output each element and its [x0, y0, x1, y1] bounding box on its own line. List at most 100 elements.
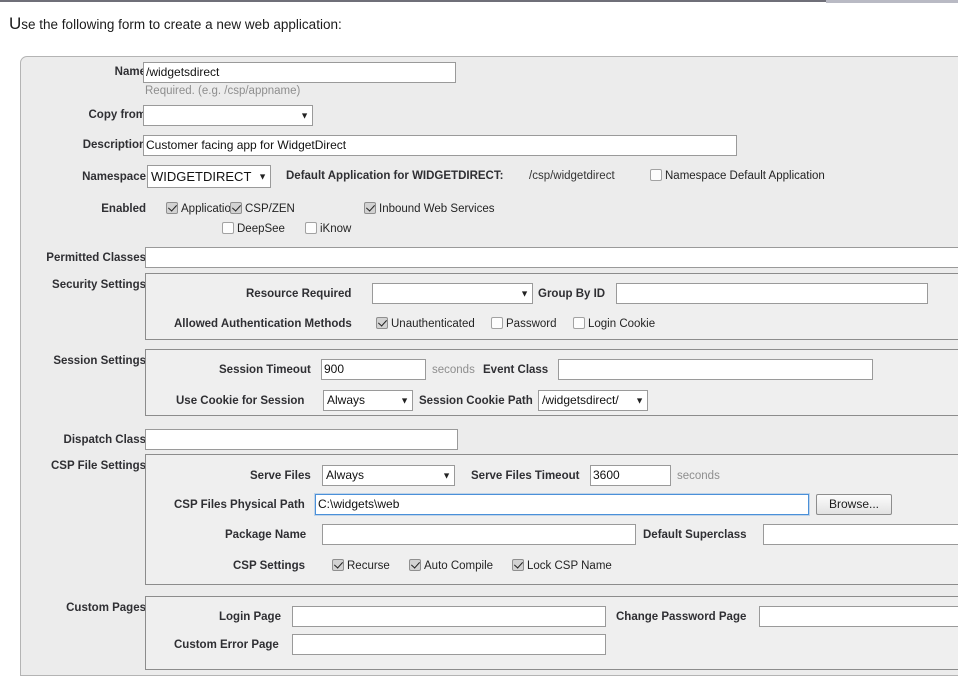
- event-class-input[interactable]: [558, 359, 873, 380]
- checkbox-box: [364, 202, 376, 214]
- session-timeout-input[interactable]: 900: [321, 359, 426, 380]
- custom-error-page-input[interactable]: [292, 634, 606, 655]
- security-settings-label: Security Settings: [21, 279, 146, 291]
- permitted-classes-label: Permitted Classes: [21, 252, 146, 264]
- session-cookie-path-select[interactable]: /widgetsdirect/ ▼: [538, 390, 648, 411]
- checkbox-box: [512, 559, 524, 571]
- window-top-edge: [0, 0, 958, 3]
- checkbox-box: [409, 559, 421, 571]
- package-name-label: Package Name: [225, 529, 306, 541]
- checkbox-box: [166, 202, 178, 214]
- security-settings-group: Resource Required ▼ Group By ID Allowed …: [145, 273, 958, 340]
- group-by-id-label: Group By ID: [538, 288, 605, 300]
- chevron-down-icon: ▼: [520, 289, 529, 298]
- resource-required-select[interactable]: ▼: [372, 283, 533, 304]
- checkbox-box: [230, 202, 242, 214]
- namespace-label: Namespace: [21, 171, 146, 183]
- enabled-deepsee-label: DeepSee: [237, 223, 285, 235]
- enabled-inbound-web-services-checkbox[interactable]: Inbound Web Services: [364, 202, 495, 215]
- copy-from-label: Copy from: [21, 109, 146, 121]
- serve-files-value: Always: [326, 468, 364, 482]
- use-cookie-for-session-select[interactable]: Always ▼: [323, 390, 413, 411]
- chevron-down-icon: ▼: [400, 396, 409, 405]
- auth-login-cookie-label: Login Cookie: [588, 318, 655, 330]
- auth-password-checkbox[interactable]: Password: [491, 317, 557, 330]
- serve-files-label: Serve Files: [250, 470, 311, 482]
- enabled-label: Enabled: [21, 203, 146, 215]
- csp-settings-auto-compile-label: Auto Compile: [424, 560, 493, 572]
- csp-settings-recurse-label: Recurse: [347, 560, 390, 572]
- dispatch-class-input[interactable]: [145, 429, 458, 450]
- serve-files-timeout-label: Serve Files Timeout: [471, 470, 579, 482]
- resource-required-label: Resource Required: [246, 288, 351, 300]
- top-edge-left-segment: [0, 0, 826, 2]
- login-page-input[interactable]: [292, 606, 606, 627]
- use-cookie-for-session-label: Use Cookie for Session: [176, 395, 304, 407]
- csp-files-physical-path-input[interactable]: C:\widgets\web: [315, 494, 809, 515]
- custom-pages-label: Custom Pages: [21, 602, 146, 614]
- enabled-cspzen-checkbox[interactable]: CSP/ZEN: [230, 202, 295, 215]
- instruction-drop-cap: U: [9, 14, 21, 33]
- csp-files-physical-path-label: CSP Files Physical Path: [174, 499, 305, 511]
- namespace-default-application-label: Namespace Default Application: [665, 170, 825, 182]
- name-hint: Required. (e.g. /csp/appname): [145, 85, 300, 97]
- description-label: Description: [21, 139, 146, 151]
- login-page-label: Login Page: [219, 611, 281, 623]
- instruction-text: se the following form to create a new we…: [21, 17, 341, 32]
- use-cookie-for-session-value: Always: [327, 393, 365, 407]
- group-by-id-input[interactable]: [616, 283, 928, 304]
- checkbox-box: [650, 169, 662, 181]
- checkbox-box: [332, 559, 344, 571]
- package-name-input[interactable]: [322, 524, 636, 545]
- change-password-page-input[interactable]: [759, 606, 958, 627]
- csp-settings-auto-compile-checkbox[interactable]: Auto Compile: [409, 559, 493, 572]
- csp-settings-lock-csp-name-label: Lock CSP Name: [527, 560, 612, 572]
- auth-password-label: Password: [506, 318, 557, 330]
- csp-file-settings-label: CSP File Settings: [21, 460, 146, 472]
- enabled-inbound-web-services-label: Inbound Web Services: [379, 203, 495, 215]
- browse-button[interactable]: Browse...: [816, 494, 892, 515]
- default-superclass-input[interactable]: [763, 524, 958, 545]
- serve-files-timeout-units: seconds: [677, 470, 720, 482]
- namespace-value: WIDGETDIRECT: [151, 169, 251, 184]
- serve-files-timeout-input[interactable]: 3600: [590, 465, 671, 486]
- enabled-application-checkbox[interactable]: Application: [166, 202, 237, 215]
- enabled-iknow-checkbox[interactable]: iKnow: [305, 222, 351, 235]
- serve-files-select[interactable]: Always ▼: [322, 465, 455, 486]
- copy-from-select[interactable]: ▼: [143, 105, 313, 126]
- csp-settings-label: CSP Settings: [233, 560, 305, 572]
- permitted-classes-input[interactable]: [145, 247, 958, 268]
- name-input[interactable]: /widgetsdirect: [143, 62, 456, 83]
- enabled-iknow-label: iKnow: [320, 223, 351, 235]
- change-password-page-label: Change Password Page: [616, 611, 746, 623]
- namespace-default-application-checkbox[interactable]: Namespace Default Application: [650, 169, 825, 182]
- description-input[interactable]: Customer facing app for WidgetDirect: [143, 135, 737, 156]
- session-settings-group: Session Timeout 900 seconds Event Class …: [145, 349, 958, 416]
- default-superclass-label: Default Superclass: [643, 529, 747, 541]
- session-timeout-label: Session Timeout: [219, 364, 311, 376]
- page-instruction: Use the following form to create a new w…: [9, 14, 342, 34]
- checkbox-box: [222, 222, 234, 234]
- checkbox-box: [491, 317, 503, 329]
- namespace-select[interactable]: WIDGETDIRECT ▼: [147, 165, 271, 188]
- csp-settings-lock-csp-name-checkbox[interactable]: Lock CSP Name: [512, 559, 612, 572]
- web-application-form-panel: Name /widgetsdirect Required. (e.g. /csp…: [20, 56, 958, 676]
- chevron-down-icon: ▼: [300, 111, 309, 120]
- allowed-authentication-methods-label: Allowed Authentication Methods: [174, 318, 352, 330]
- checkbox-box: [305, 222, 317, 234]
- checkbox-box: [573, 317, 585, 329]
- csp-settings-recurse-checkbox[interactable]: Recurse: [332, 559, 390, 572]
- top-edge-right-segment: [826, 0, 958, 3]
- auth-unauthenticated-label: Unauthenticated: [391, 318, 475, 330]
- default-application-value: /csp/widgetdirect: [529, 170, 615, 182]
- auth-login-cookie-checkbox[interactable]: Login Cookie: [573, 317, 655, 330]
- enabled-deepsee-checkbox[interactable]: DeepSee: [222, 222, 285, 235]
- session-cookie-path-label: Session Cookie Path: [419, 395, 533, 407]
- name-label: Name: [21, 66, 146, 78]
- default-application-label: Default Application for WIDGETDIRECT:: [286, 170, 503, 182]
- checkbox-box: [376, 317, 388, 329]
- session-cookie-path-value: /widgetsdirect/: [542, 393, 619, 407]
- chevron-down-icon: ▼: [635, 396, 644, 405]
- chevron-down-icon: ▼: [258, 172, 267, 181]
- auth-unauthenticated-checkbox[interactable]: Unauthenticated: [376, 317, 475, 330]
